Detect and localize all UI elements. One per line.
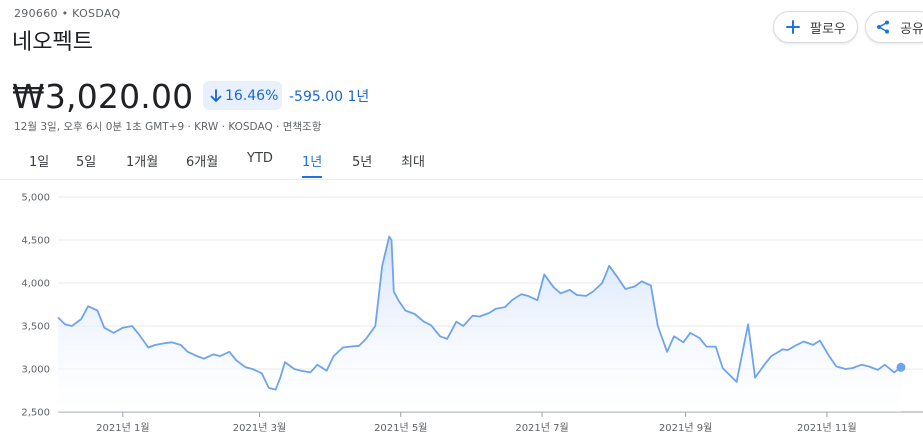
tab-1m[interactable]: 1개월 bbox=[126, 151, 158, 176]
tab-ytd[interactable]: YTD bbox=[247, 151, 273, 172]
change-percent: 16.46% bbox=[225, 87, 279, 104]
last-price-marker bbox=[896, 362, 906, 372]
tab-1y[interactable]: 1년 bbox=[302, 151, 323, 178]
follow-label: 팔로우 bbox=[810, 21, 846, 37]
company-name: 네오펙트 bbox=[12, 30, 93, 55]
y-tick-label: 5,000 bbox=[21, 193, 50, 204]
share-button[interactable]: 공유 bbox=[865, 11, 923, 43]
divider bbox=[0, 179, 923, 180]
arrow-down-icon bbox=[210, 88, 222, 102]
y-tick-label: 2,500 bbox=[21, 408, 50, 419]
y-tick-label: 4,500 bbox=[21, 236, 50, 247]
tab-6m[interactable]: 6개월 bbox=[186, 151, 218, 176]
x-tick-label: 2021년 5월 bbox=[374, 422, 427, 434]
current-price: ₩3,020.00 bbox=[12, 77, 194, 116]
x-tick-label: 2021년 7월 bbox=[515, 422, 568, 434]
price-chart[interactable]: 5,000 4,500 4,000 3,500 3,000 2,500 2021년 1월 2… bbox=[0, 182, 923, 440]
follow-button[interactable]: 팔로우 bbox=[773, 11, 858, 43]
x-tick-label: 2021년 9월 bbox=[659, 422, 712, 434]
x-tick-label: 2021년 3월 bbox=[233, 422, 286, 434]
change-absolute: -595.00 1년 bbox=[289, 89, 370, 105]
ticker-symbol: 290660 • KOSDAQ bbox=[14, 7, 121, 20]
share-icon bbox=[874, 18, 892, 36]
tab-5d[interactable]: 5일 bbox=[76, 151, 96, 176]
y-tick-label: 4,000 bbox=[21, 279, 50, 290]
price-area bbox=[58, 236, 901, 412]
share-label: 공유 bbox=[900, 21, 923, 37]
y-tick-label: 3,000 bbox=[21, 365, 50, 376]
y-tick-label: 3,500 bbox=[21, 322, 50, 333]
change-percent-badge: 16.46% bbox=[203, 81, 282, 110]
range-tabs: 1일 5일 1개월 6개월 YTD 1년 5년 최대 bbox=[0, 151, 923, 178]
tab-1d[interactable]: 1일 bbox=[29, 151, 49, 176]
plus-icon bbox=[784, 18, 802, 36]
quote-meta: 12월 3일, 오후 6시 0분 1초 GMT+9 · KRW · KOSDAQ… bbox=[14, 121, 322, 133]
tab-max[interactable]: 최대 bbox=[401, 151, 425, 176]
x-tick-label: 2021년 1월 bbox=[96, 422, 149, 434]
tab-5y[interactable]: 5년 bbox=[352, 151, 372, 176]
x-tick-label: 2021년 11월 bbox=[797, 422, 857, 434]
